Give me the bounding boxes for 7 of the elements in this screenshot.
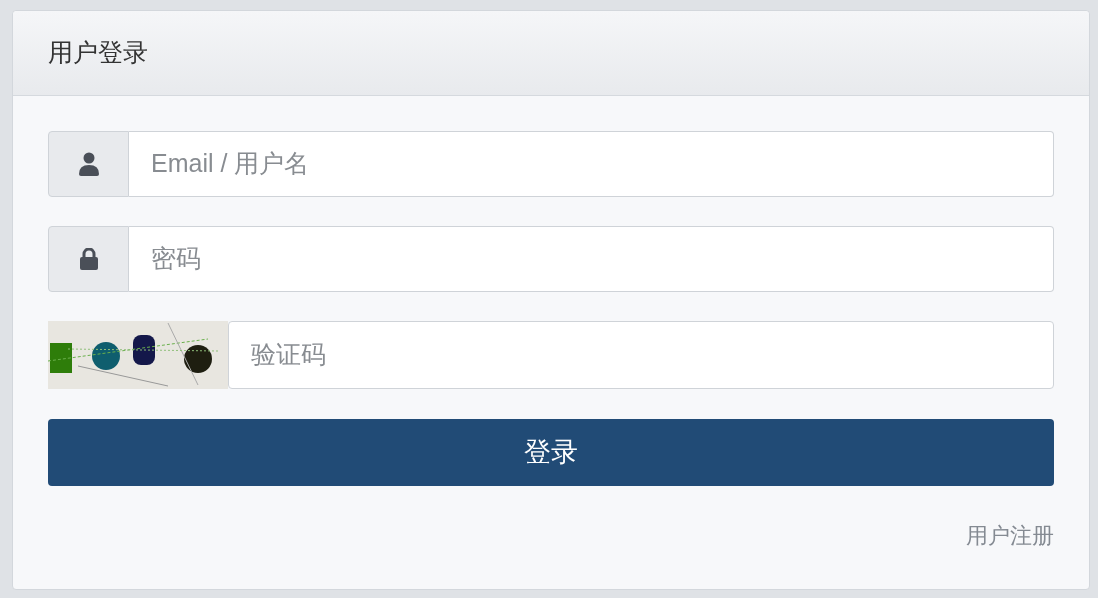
panel-title: 用户登录	[48, 37, 148, 69]
input-field[interactable]: 密码	[129, 226, 1054, 292]
login-button[interactable]: 登录	[48, 419, 1054, 486]
input-field[interactable]: Email / 用户名	[129, 131, 1054, 197]
user-icon	[77, 152, 100, 176]
lock-icon	[79, 248, 98, 270]
input-field[interactable]: 验证码	[228, 321, 1054, 389]
